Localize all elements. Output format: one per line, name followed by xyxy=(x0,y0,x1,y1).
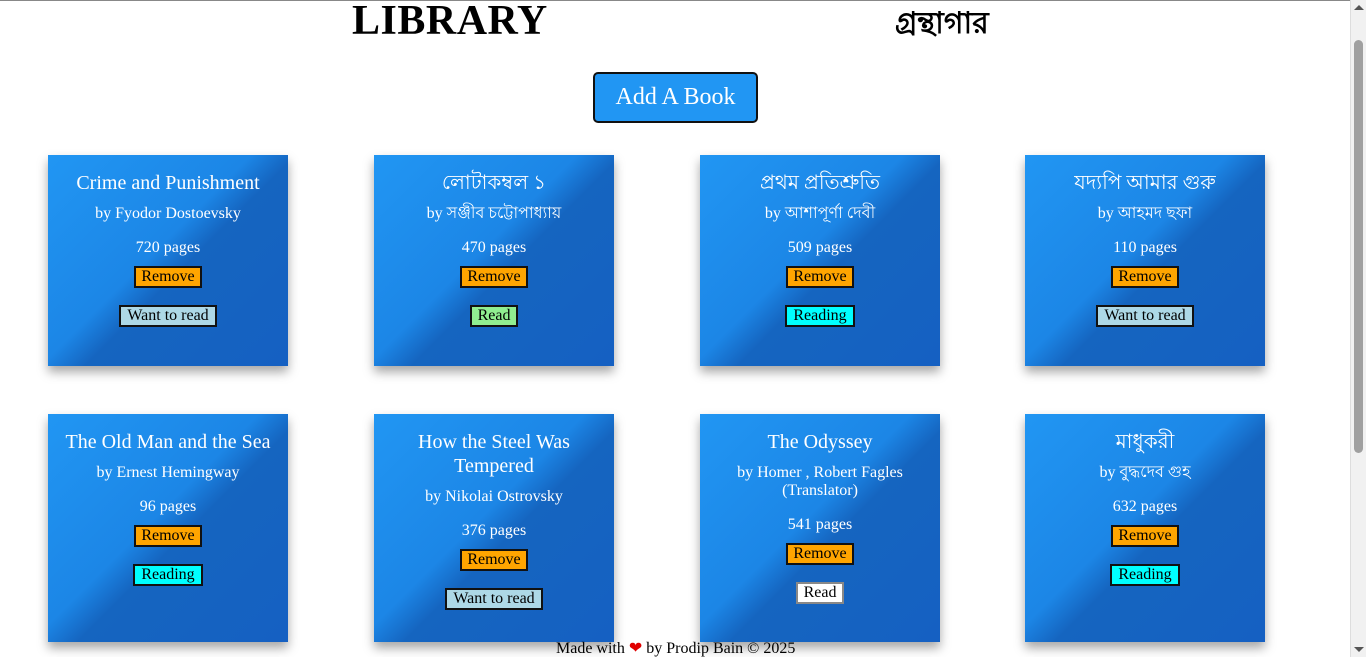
book-card: লোটাকম্বল ১ by সঞ্জীব চট্টোপাধ্যায় 470 … xyxy=(374,155,614,366)
book-card: How the Steel Was Tempered by Nikolai Os… xyxy=(374,414,614,642)
remove-button[interactable]: Remove xyxy=(1111,525,1179,547)
book-pages: 110 pages xyxy=(1113,239,1177,256)
book-card: The Old Man and the Sea by Ernest Heming… xyxy=(48,414,288,642)
book-author: by আহমদ ছফা xyxy=(1097,205,1193,222)
remove-button[interactable]: Remove xyxy=(786,266,854,288)
book-author: by Ernest Hemingway xyxy=(96,464,240,481)
heart-icon: ❤ xyxy=(628,640,643,657)
book-title: লোটাকম্বল ১ xyxy=(441,172,547,194)
book-card: The Odyssey by Homer , Robert Fagles (Tr… xyxy=(700,414,940,642)
library-page: LIBRARY গ্রন্থাগার Add A Book Crime and … xyxy=(0,0,1350,657)
status-button-reading[interactable]: Reading xyxy=(133,564,203,586)
book-author: by আশাপূর্ণা দেবী xyxy=(764,205,876,222)
book-pages: 509 pages xyxy=(787,239,853,256)
scroll-up-arrow-icon[interactable] xyxy=(1354,5,1364,10)
remove-button[interactable]: Remove xyxy=(134,525,202,547)
status-button-reading[interactable]: Reading xyxy=(785,305,855,327)
book-card: প্রথম প্রতিশ্রুতি by আশাপূর্ণা দেবী 509 … xyxy=(700,155,940,366)
vertical-scrollbar[interactable] xyxy=(1350,0,1366,657)
book-card: মাধুকরী by বুদ্ধদেব গুহ 632 pages Remove… xyxy=(1025,414,1265,642)
remove-button[interactable]: Remove xyxy=(1111,266,1179,288)
remove-button[interactable]: Remove xyxy=(460,266,528,288)
book-pages: 96 pages xyxy=(139,498,197,515)
book-pages: 470 pages xyxy=(461,239,527,256)
book-title: How the Steel Was Tempered xyxy=(418,431,570,477)
footer-made-with: Made with xyxy=(556,640,625,657)
book-pages: 720 pages xyxy=(135,239,201,256)
book-pages: 541 pages xyxy=(787,516,853,533)
status-button-read[interactable]: Read xyxy=(795,582,845,604)
add-book-button[interactable]: Add A Book xyxy=(593,72,758,123)
book-card: Crime and Punishment by Fyodor Dostoevsk… xyxy=(48,155,288,366)
page-title-english: LIBRARY xyxy=(352,0,548,44)
scroll-down-arrow-icon[interactable] xyxy=(1354,647,1364,652)
status-button-want-to-read[interactable]: Want to read xyxy=(445,588,543,610)
book-card: যদ্যপি আমার গুরু by আহমদ ছফা 110 pages R… xyxy=(1025,155,1265,366)
scrollbar-thumb[interactable] xyxy=(1354,40,1363,453)
book-author: by বুদ্ধদেব গুহ xyxy=(1099,464,1191,481)
book-author: by সঞ্জীব চট্টোপাধ্যায় xyxy=(426,205,562,222)
status-button-reading[interactable]: Reading xyxy=(1110,564,1180,586)
footer-credit: Made with ❤ by Prodip Bain © 2025 xyxy=(556,638,795,657)
book-title: Crime and Punishment xyxy=(76,172,260,194)
remove-button[interactable]: Remove xyxy=(460,549,528,571)
footer-author: by Prodip Bain © 2025 xyxy=(646,640,796,657)
page-title-bengali: গ্রন্থাগার xyxy=(895,6,989,41)
remove-button[interactable]: Remove xyxy=(134,266,202,288)
book-title: The Odyssey xyxy=(767,431,873,453)
book-title: মাধুকরী xyxy=(1115,431,1175,453)
book-title: প্রথম প্রতিশ্রুতি xyxy=(759,172,880,194)
status-button-want-to-read[interactable]: Want to read xyxy=(1096,305,1194,327)
book-author: by Homer , Robert Fagles (Translator) xyxy=(737,464,903,499)
book-title: The Old Man and the Sea xyxy=(65,431,271,453)
status-button-read[interactable]: Read xyxy=(469,305,519,327)
book-author: by Fyodor Dostoevsky xyxy=(95,205,241,222)
status-button-want-to-read[interactable]: Want to read xyxy=(119,305,217,327)
book-author: by Nikolai Ostrovsky xyxy=(425,488,563,505)
book-pages: 376 pages xyxy=(461,522,527,539)
book-pages: 632 pages xyxy=(1112,498,1178,515)
remove-button[interactable]: Remove xyxy=(786,543,854,565)
book-title: যদ্যপি আমার গুরু xyxy=(1074,172,1216,194)
